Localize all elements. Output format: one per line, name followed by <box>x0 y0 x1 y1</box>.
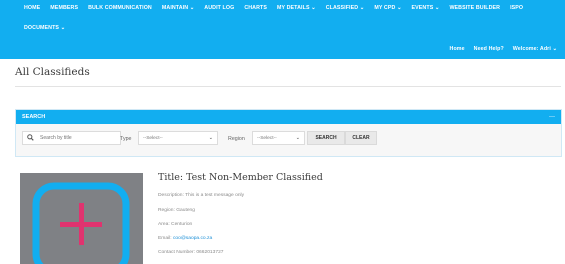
chevron-down-icon: ⌄ <box>295 135 300 141</box>
search-icon <box>27 133 34 143</box>
user-menu: Home Need Help? Welcome: Adri ⌄ <box>450 46 557 52</box>
chevron-down-icon: ⌄ <box>208 135 213 141</box>
image-placeholder-icon <box>32 182 130 264</box>
nav-my-cpd[interactable]: MY CPD ⌄ <box>374 5 401 11</box>
nav-maintain[interactable]: MAINTAIN ⌄ <box>162 5 194 11</box>
nav-website-builder[interactable]: WEBSITE BUILDER <box>449 5 500 11</box>
collapse-icon[interactable]: — <box>549 114 555 120</box>
welcome-user-dropdown[interactable]: Welcome: Adri ⌄ <box>513 46 557 52</box>
classified-description: Description: This is a test message only <box>158 193 245 198</box>
nav-ispo[interactable]: ISPO <box>510 5 523 11</box>
search-box[interactable] <box>22 131 121 145</box>
top-navigation-bar: HOME MEMBERS BULK COMMUNICATION MAINTAIN… <box>0 0 565 59</box>
nav-home[interactable]: HOME <box>24 5 40 11</box>
nav-classified[interactable]: CLASSIFIED ⌄ <box>326 5 365 11</box>
search-form: Type --Select-- ⌄ Region --Select-- ⌄ SE… <box>16 124 561 158</box>
type-label: Type <box>120 136 132 142</box>
nav-audit-log[interactable]: AUDIT LOG <box>204 5 234 11</box>
nav-documents[interactable]: DOCUMENTS ⌄ <box>24 25 65 31</box>
region-select-value: --Select-- <box>257 135 277 141</box>
classified-image-placeholder[interactable] <box>20 173 143 264</box>
classified-region: Region: Gauteng <box>158 208 195 213</box>
title-divider <box>15 86 561 87</box>
type-select-value: --Select-- <box>143 135 163 141</box>
search-input[interactable] <box>40 135 120 141</box>
page-title: All Classifieds <box>15 66 90 78</box>
email-label: Email: <box>158 236 173 241</box>
search-panel-title: SEARCH <box>22 114 46 120</box>
nav-charts[interactable]: CHARTS <box>244 5 267 11</box>
classified-area: Area: Centurion <box>158 222 193 227</box>
main-menu: HOME MEMBERS BULK COMMUNICATION MAINTAIN… <box>24 5 523 11</box>
search-button[interactable]: SEARCH <box>307 131 345 145</box>
type-select[interactable]: --Select-- ⌄ <box>138 131 218 145</box>
region-select[interactable]: --Select-- ⌄ <box>252 131 305 145</box>
need-help-link[interactable]: Need Help? <box>474 46 504 52</box>
region-label: Region <box>228 136 245 142</box>
nav-right-home[interactable]: Home <box>450 46 465 52</box>
search-panel-header[interactable]: SEARCH — <box>16 110 561 124</box>
nav-members[interactable]: MEMBERS <box>50 5 78 11</box>
classified-contact-number: Contact Number: 0662013727 <box>158 250 224 255</box>
classified-title: Title: Test Non-Member Classified <box>158 172 323 183</box>
email-link[interactable]: coo@saopa.co.za <box>173 236 212 241</box>
nav-my-details[interactable]: MY DETAILS ⌄ <box>277 5 316 11</box>
clear-button[interactable]: CLEAR <box>345 131 377 145</box>
nav-events[interactable]: EVENTS ⌄ <box>412 5 440 11</box>
classified-email-row: Email: coo@saopa.co.za <box>158 236 212 241</box>
nav-bulk-communication[interactable]: BULK COMMUNICATION <box>88 5 152 11</box>
main-menu-row2: DOCUMENTS ⌄ <box>24 25 65 31</box>
search-panel: SEARCH — Type --Select-- ⌄ Region --Sele… <box>15 109 562 157</box>
